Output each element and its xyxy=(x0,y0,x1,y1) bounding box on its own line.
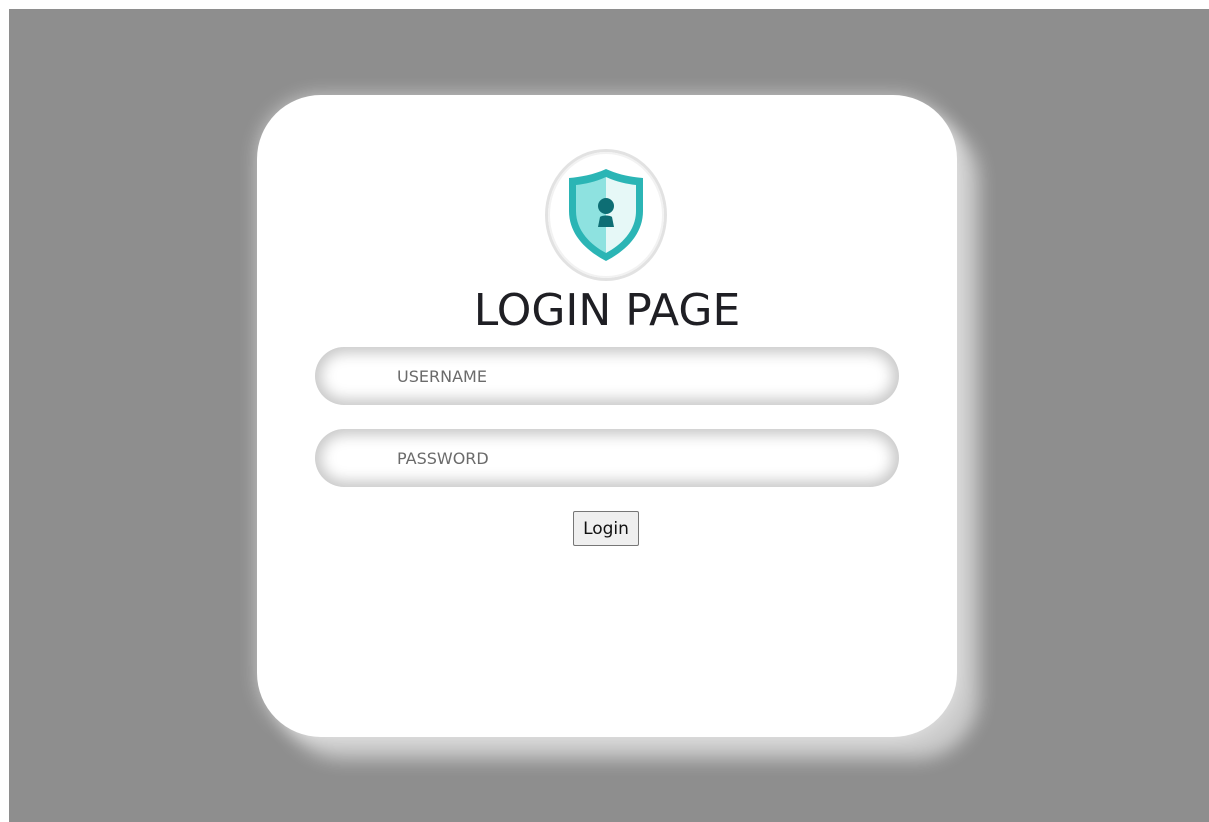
username-input[interactable] xyxy=(315,347,899,405)
login-button[interactable]: Login xyxy=(573,511,639,546)
logo-badge xyxy=(548,152,664,278)
page-title: LOGIN PAGE xyxy=(473,285,741,336)
shield-user-icon xyxy=(569,169,643,261)
password-input[interactable] xyxy=(315,429,899,487)
page-background: LOGIN PAGE Login xyxy=(9,9,1209,822)
login-card: LOGIN PAGE Login xyxy=(257,95,957,737)
